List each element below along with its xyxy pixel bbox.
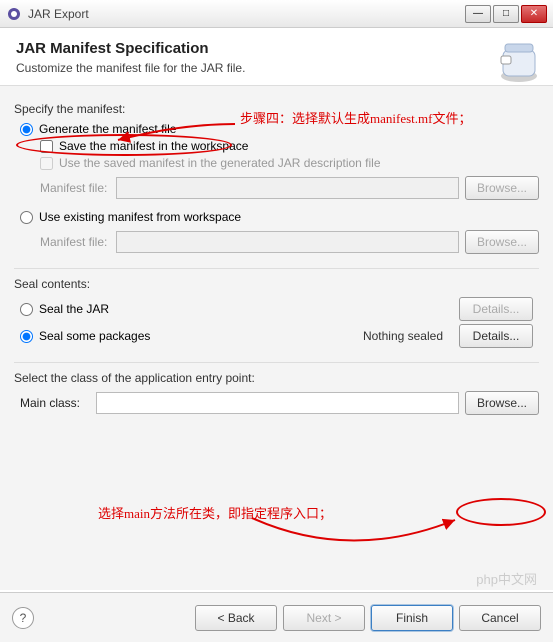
seal-packages-label: Seal some packages xyxy=(39,329,150,343)
generate-manifest-radio-row[interactable]: Generate the manifest file xyxy=(20,122,539,136)
save-manifest-checkbox[interactable] xyxy=(40,140,53,153)
main-class-label: Main class: xyxy=(20,396,90,410)
manifest-file-input-1 xyxy=(116,177,459,199)
back-button[interactable]: < Back xyxy=(195,605,277,631)
app-icon xyxy=(6,6,22,22)
cancel-button[interactable]: Cancel xyxy=(459,605,541,631)
generate-manifest-label: Generate the manifest file xyxy=(39,122,176,136)
entry-section-label: Select the class of the application entr… xyxy=(14,371,539,385)
seal-jar-radio-row[interactable]: Seal the JAR xyxy=(20,302,109,316)
jar-icon xyxy=(489,34,541,86)
use-existing-label: Use existing manifest from workspace xyxy=(39,210,241,224)
window-title: JAR Export xyxy=(28,7,465,21)
seal-packages-radio[interactable] xyxy=(20,330,33,343)
next-button: Next > xyxy=(283,605,365,631)
help-icon[interactable]: ? xyxy=(12,607,34,629)
wizard-content: Specify the manifest: Generate the manif… xyxy=(0,86,553,590)
reuse-manifest-label: Use the saved manifest in the generated … xyxy=(59,156,381,170)
seal-packages-details-button[interactable]: Details... xyxy=(459,324,533,348)
generate-manifest-radio[interactable] xyxy=(20,123,33,136)
wizard-footer: ? < Back Next > Finish Cancel xyxy=(0,592,553,642)
finish-button[interactable]: Finish xyxy=(371,605,453,631)
divider-2 xyxy=(14,362,539,363)
use-existing-radio[interactable] xyxy=(20,211,33,224)
use-existing-radio-row[interactable]: Use existing manifest from workspace xyxy=(20,210,539,224)
seal-jar-radio[interactable] xyxy=(20,303,33,316)
titlebar: JAR Export — □ ✕ xyxy=(0,0,553,28)
page-subtitle: Customize the manifest file for the JAR … xyxy=(16,61,537,75)
manifest-file-label-2: Manifest file: xyxy=(40,235,110,249)
main-class-browse-button[interactable]: Browse... xyxy=(465,391,539,415)
manifest-file-input-2 xyxy=(116,231,459,253)
divider-1 xyxy=(14,268,539,269)
wizard-header: JAR Manifest Specification Customize the… xyxy=(0,28,553,86)
close-button[interactable]: ✕ xyxy=(521,5,547,23)
manifest-browse-button-2: Browse... xyxy=(465,230,539,254)
manifest-file-row-2: Manifest file: Browse... xyxy=(40,230,539,254)
seal-packages-radio-row[interactable]: Seal some packages xyxy=(20,329,150,343)
save-manifest-checkbox-row[interactable]: Save the manifest in the workspace xyxy=(40,139,539,153)
reuse-manifest-checkbox xyxy=(40,157,53,170)
manifest-file-row-1: Manifest file: Browse... xyxy=(40,176,539,200)
main-class-row: Main class: Browse... xyxy=(20,391,539,415)
minimize-button[interactable]: — xyxy=(465,5,491,23)
save-manifest-label: Save the manifest in the workspace xyxy=(59,139,248,153)
seal-jar-details-button: Details... xyxy=(459,297,533,321)
main-class-input[interactable] xyxy=(96,392,459,414)
page-title: JAR Manifest Specification xyxy=(16,40,537,57)
manifest-file-label-1: Manifest file: xyxy=(40,181,110,195)
seal-jar-label: Seal the JAR xyxy=(39,302,109,316)
maximize-button[interactable]: □ xyxy=(493,5,519,23)
manifest-section-label: Specify the manifest: xyxy=(14,102,539,116)
manifest-browse-button-1: Browse... xyxy=(465,176,539,200)
seal-status-text: Nothing sealed xyxy=(363,329,443,343)
seal-section-label: Seal contents: xyxy=(14,277,539,291)
reuse-manifest-checkbox-row: Use the saved manifest in the generated … xyxy=(40,156,539,170)
